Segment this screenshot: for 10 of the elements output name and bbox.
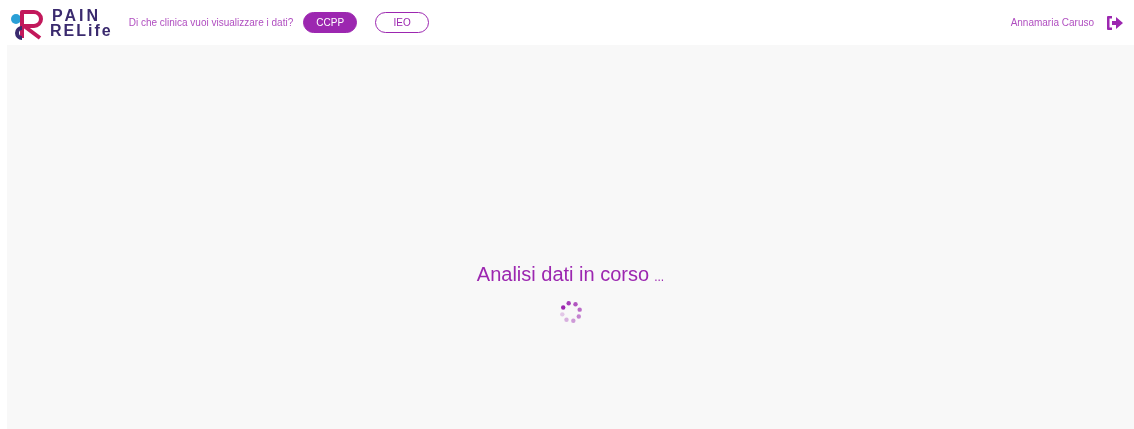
clinic-button[interactable]: IEO xyxy=(375,12,430,33)
clinic-button[interactable]: CCPP xyxy=(303,12,358,33)
ellipsis-text: ... xyxy=(654,270,665,284)
status-text: Analisi dati in corso xyxy=(476,263,650,286)
logo-text: PAIN xyxy=(52,7,103,23)
logout-icon[interactable] xyxy=(1106,14,1124,31)
loading-spinner-icon xyxy=(558,300,583,324)
user-name: Annamaria Caruso xyxy=(1010,17,1094,28)
clinic-prompt: Di che clinica vuoi visualizzare i dati? xyxy=(128,17,294,28)
logo-text: RELife xyxy=(50,22,113,38)
